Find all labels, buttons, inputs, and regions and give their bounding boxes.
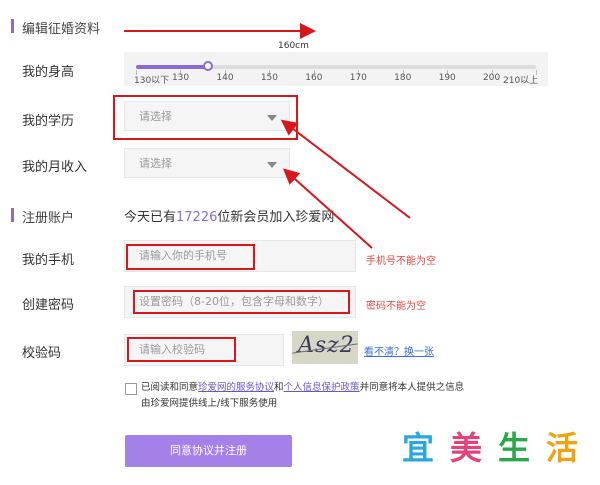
education-label: 我的学历 — [22, 114, 75, 129]
chevron-down-icon — [267, 162, 277, 168]
height-tick-label: 210以上 — [503, 76, 539, 86]
annotation-arrow — [280, 119, 411, 219]
password-error: 密码不能为空 — [366, 301, 426, 312]
annotation-box — [133, 290, 350, 314]
agreement-checkbox[interactable] — [125, 383, 137, 395]
height-tick-label: 130 — [171, 73, 190, 83]
section-marker — [11, 208, 14, 222]
annotation-box — [126, 244, 255, 270]
captcha-refresh-link[interactable]: 看不清？换一张 — [364, 343, 434, 358]
height-value-tooltip: 160cm — [278, 41, 309, 51]
agreement-pre: 已阅读和同意 — [141, 382, 199, 393]
height-slider[interactable]: 130以下 130 140 150 160 170 180 190 200 210以上 — [124, 52, 548, 86]
privacy-policy-link[interactable]: 个人信息保护政策 — [284, 382, 360, 393]
section-title-account: 注册账户 — [22, 211, 75, 226]
agreement-mid: 和 — [274, 382, 284, 393]
agreement-text: 已阅读和同意珍爱网的服务协议和个人信息保护政策并同意将本人提供之信息 由珍爱网提… — [141, 380, 464, 412]
height-slider-fill — [136, 65, 208, 69]
watermark-char-4: 活 — [545, 429, 578, 467]
phone-error: 手机号不能为空 — [366, 256, 436, 267]
annotation-box — [127, 337, 236, 362]
height-tick-label: 150 — [260, 73, 279, 83]
password-label: 创建密码 — [22, 298, 75, 313]
annotation-box — [113, 95, 298, 140]
income-label: 我的月收入 — [22, 160, 88, 175]
watermark-char-2: 美 — [449, 429, 482, 467]
captcha-image[interactable]: Asz2 — [292, 331, 358, 364]
new-members-count: 17226 — [176, 210, 218, 225]
watermark-char-1: 宜 — [401, 429, 434, 467]
section-title-profile: 编辑征婚资料 — [22, 22, 101, 37]
service-agreement-link[interactable]: 珍爱网的服务协议 — [198, 382, 274, 393]
captcha-label: 校验码 — [22, 346, 62, 361]
height-tick-label: 170 — [349, 73, 367, 83]
height-tick-label: 140 — [216, 73, 234, 83]
income-select[interactable]: 请选择 — [124, 148, 290, 178]
new-members-prefix: 今天已有 — [124, 210, 177, 225]
height-tick-label: 160 — [305, 73, 323, 83]
height-tick-label: 180 — [394, 73, 412, 83]
height-tick-label: 190 — [438, 73, 456, 83]
height-tick-label: 130以下 — [134, 76, 170, 86]
income-placeholder: 请选择 — [139, 157, 172, 170]
agreement-post: 并同意将本人提供之信息 — [359, 382, 465, 393]
watermark-char-3: 生 — [497, 429, 530, 467]
watermark-logo: 宜 美 生 活 — [398, 424, 584, 474]
phone-label: 我的手机 — [22, 253, 75, 268]
height-label: 我的身高 — [22, 65, 75, 80]
section-marker — [11, 19, 14, 33]
new-members-text: 今天已有17226位新会员加入珍爱网 — [124, 206, 334, 225]
register-button[interactable]: 同意协议并注册 — [125, 435, 292, 467]
height-tick-label: 200 — [483, 73, 501, 83]
new-members-suffix: 位新会员加入珍爱网 — [217, 210, 335, 225]
agreement-line2: 由珍爱网提供线上/线下服务使用 — [141, 398, 278, 409]
height-slider-handle[interactable] — [203, 61, 213, 71]
